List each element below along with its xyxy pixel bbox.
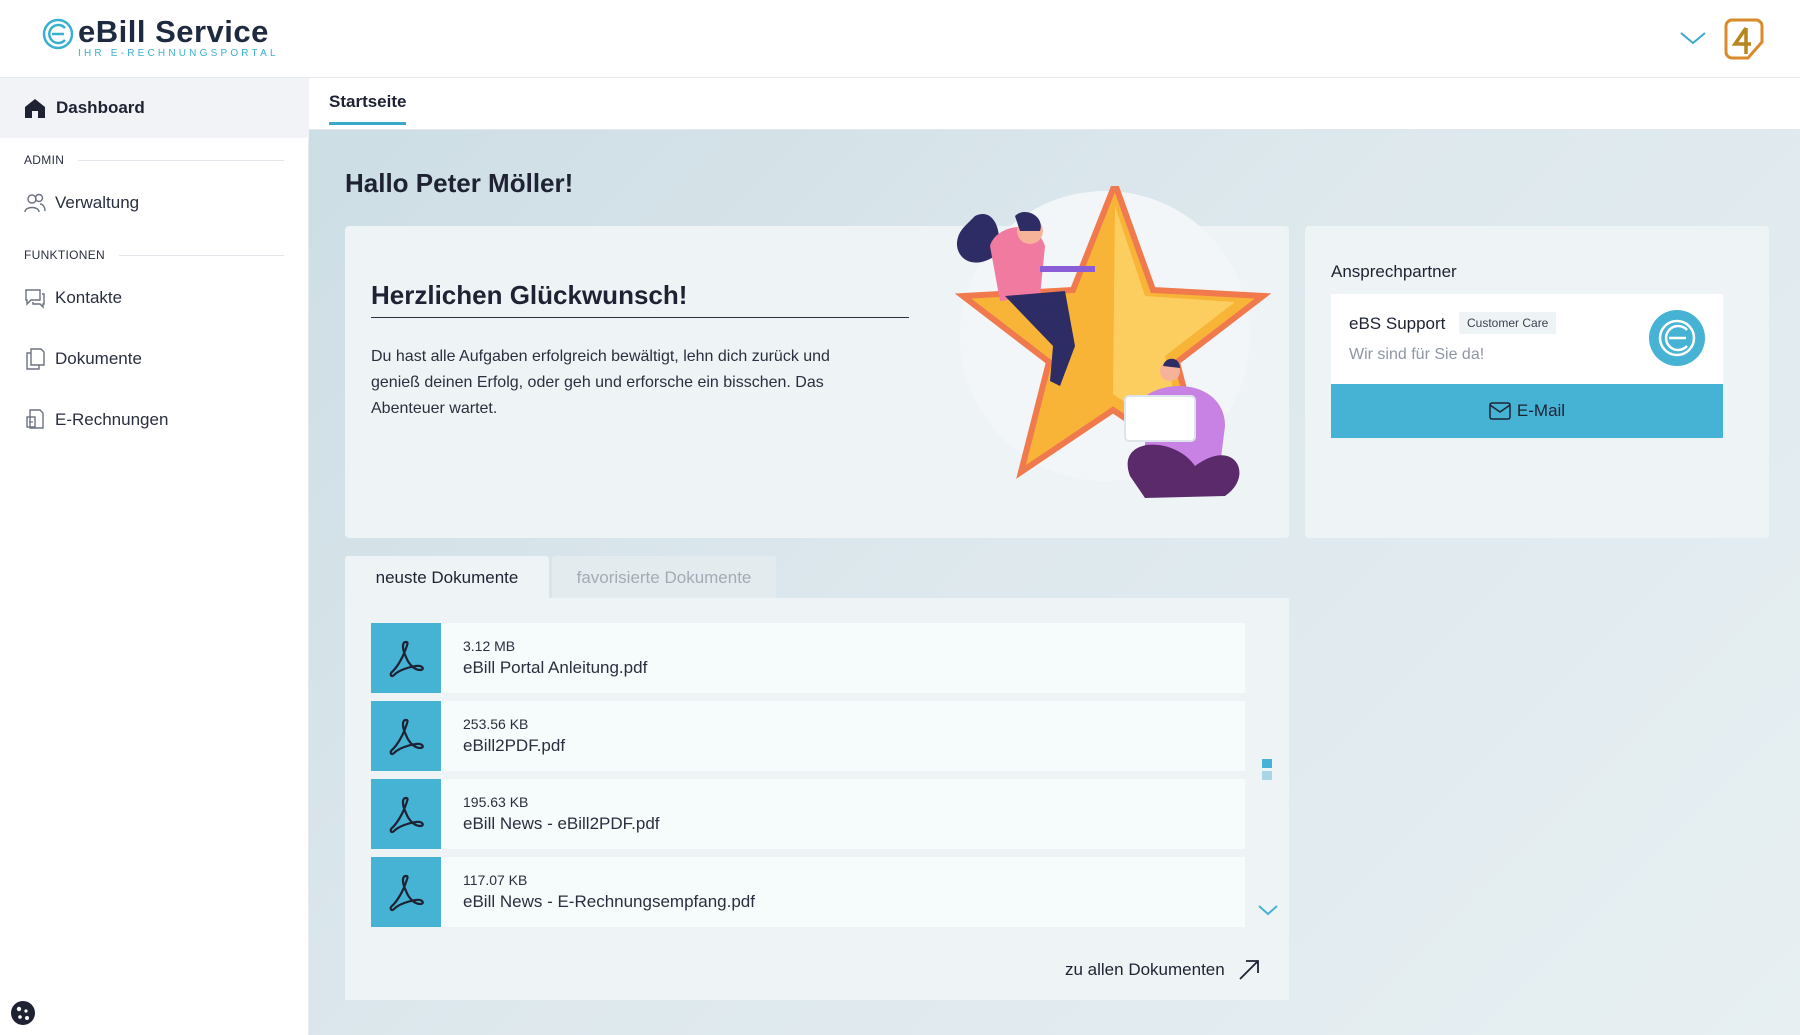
document-row[interactable]: 253.56 KB eBill2PDF.pdf xyxy=(371,701,1245,771)
home-icon xyxy=(25,99,45,118)
divider xyxy=(78,159,284,161)
document-name: eBill News - eBill2PDF.pdf xyxy=(463,814,660,833)
email-button-label: E-Mail xyxy=(1516,401,1566,420)
document-name: eBill Portal Anleitung.pdf xyxy=(463,658,648,677)
welcome-card: Herzlichen Glückwunsch! Du hast alle Auf… xyxy=(345,186,1289,538)
welcome-text: Du hast alle Aufgaben erfolgreich bewält… xyxy=(371,348,830,417)
ebill-logo-icon xyxy=(42,18,74,50)
star-illustration xyxy=(954,186,1272,498)
sidebar-item-label: Dashboard xyxy=(56,98,145,117)
mail-icon xyxy=(1489,402,1511,420)
chat-icon xyxy=(25,289,45,309)
tab-startseite[interactable]: Startseite xyxy=(329,92,407,125)
contact-entry: eBS Support Customer Care Wir sind für S… xyxy=(1331,294,1723,384)
contact-subtitle: Wir sind für Sie da! xyxy=(1349,346,1485,363)
sidebar-item-label: Dokumente xyxy=(55,349,142,368)
chevron-down-icon[interactable] xyxy=(1678,24,1708,50)
logo-title: eBill Service xyxy=(78,14,269,49)
pdf-icon xyxy=(371,623,441,693)
cookie-icon[interactable] xyxy=(10,1000,36,1026)
scrollbar-indicator[interactable] xyxy=(1262,759,1272,781)
document-size: 117.07 KB xyxy=(463,872,528,888)
contact-card: Ansprechpartner eBS Support Customer Car… xyxy=(1305,226,1769,538)
page-title: Hallo Peter Möller! xyxy=(345,168,574,198)
sidebar-item-dokumente[interactable]: Dokumente xyxy=(24,342,284,376)
sidebar: Dashboard ADMIN Verwaltung FUNKTIONEN Ko… xyxy=(0,78,309,1035)
sidebar-item-kontakte[interactable]: Kontakte xyxy=(24,281,284,315)
tab-bar: Startseite xyxy=(309,78,1800,130)
sidebar-item-label: Kontakte xyxy=(55,288,123,307)
document-row[interactable]: 3.12 MB eBill Portal Anleitung.pdf xyxy=(371,623,1245,693)
sidebar-item-label: Verwaltung xyxy=(55,193,140,212)
section-title: FUNKTIONEN xyxy=(24,248,105,262)
users-icon xyxy=(24,193,46,213)
document-name: eBill News - E-Rechnungsempfang.pdf xyxy=(463,892,755,911)
brand-4-icon[interactable] xyxy=(1718,14,1766,62)
pdf-icon xyxy=(371,701,441,771)
contact-heading: Ansprechpartner xyxy=(1331,262,1457,281)
avatar xyxy=(1649,310,1705,366)
document-row[interactable]: 195.63 KB eBill News - eBill2PDF.pdf xyxy=(371,779,1245,849)
document-size: 253.56 KB xyxy=(463,716,529,732)
documents-panel: 3.12 MB eBill Portal Anleitung.pdf 253.5… xyxy=(345,598,1289,1000)
contact-name: eBS Support xyxy=(1349,314,1446,333)
email-button[interactable]: E-Mail xyxy=(1331,384,1723,438)
sidebar-item-verwaltung[interactable]: Verwaltung xyxy=(24,186,284,220)
chevron-down-icon[interactable] xyxy=(1257,902,1279,918)
all-documents-label: zu allen Dokumenten xyxy=(1065,960,1225,979)
all-documents-link[interactable]: zu allen Dokumenten xyxy=(1065,958,1261,982)
section-admin: ADMIN xyxy=(24,153,284,167)
logo-subtitle: IHR E-RECHNUNGSPORTAL xyxy=(78,48,279,59)
tab-neuste-dokumente[interactable]: neuste Dokumente xyxy=(345,556,549,600)
document-row[interactable]: 117.07 KB eBill News - E-Rechnungsempfan… xyxy=(371,857,1245,927)
pdf-icon xyxy=(371,857,441,927)
sidebar-item-dashboard[interactable]: Dashboard xyxy=(0,78,309,138)
pdf-icon xyxy=(371,779,441,849)
main-content: Startseite Hallo Peter Möller! Herzliche… xyxy=(309,78,1800,1035)
welcome-title: Herzlichen Glückwunsch! xyxy=(371,280,909,318)
top-bar: eBill Service IHR E-RECHNUNGSPORTAL xyxy=(0,0,1800,78)
sidebar-item-label: E-Rechnungen xyxy=(55,410,169,429)
contact-badge: Customer Care xyxy=(1459,312,1557,334)
divider xyxy=(119,254,284,256)
arrow-up-right-icon xyxy=(1239,960,1259,980)
document-name: eBill2PDF.pdf xyxy=(463,736,566,755)
tab-favorisierte-dokumente[interactable]: favorisierte Dokumente xyxy=(552,556,776,600)
app-logo[interactable]: eBill Service IHR E-RECHNUNGSPORTAL xyxy=(42,16,279,60)
sidebar-item-e-rechnungen[interactable]: E-Rechnungen xyxy=(24,403,284,437)
section-funktionen: FUNKTIONEN xyxy=(24,248,284,262)
invoice-icon xyxy=(26,409,44,429)
document-size: 3.12 MB xyxy=(463,638,516,654)
document-size: 195.63 KB xyxy=(463,794,529,810)
documents-icon xyxy=(26,348,45,370)
section-title: ADMIN xyxy=(24,153,65,167)
